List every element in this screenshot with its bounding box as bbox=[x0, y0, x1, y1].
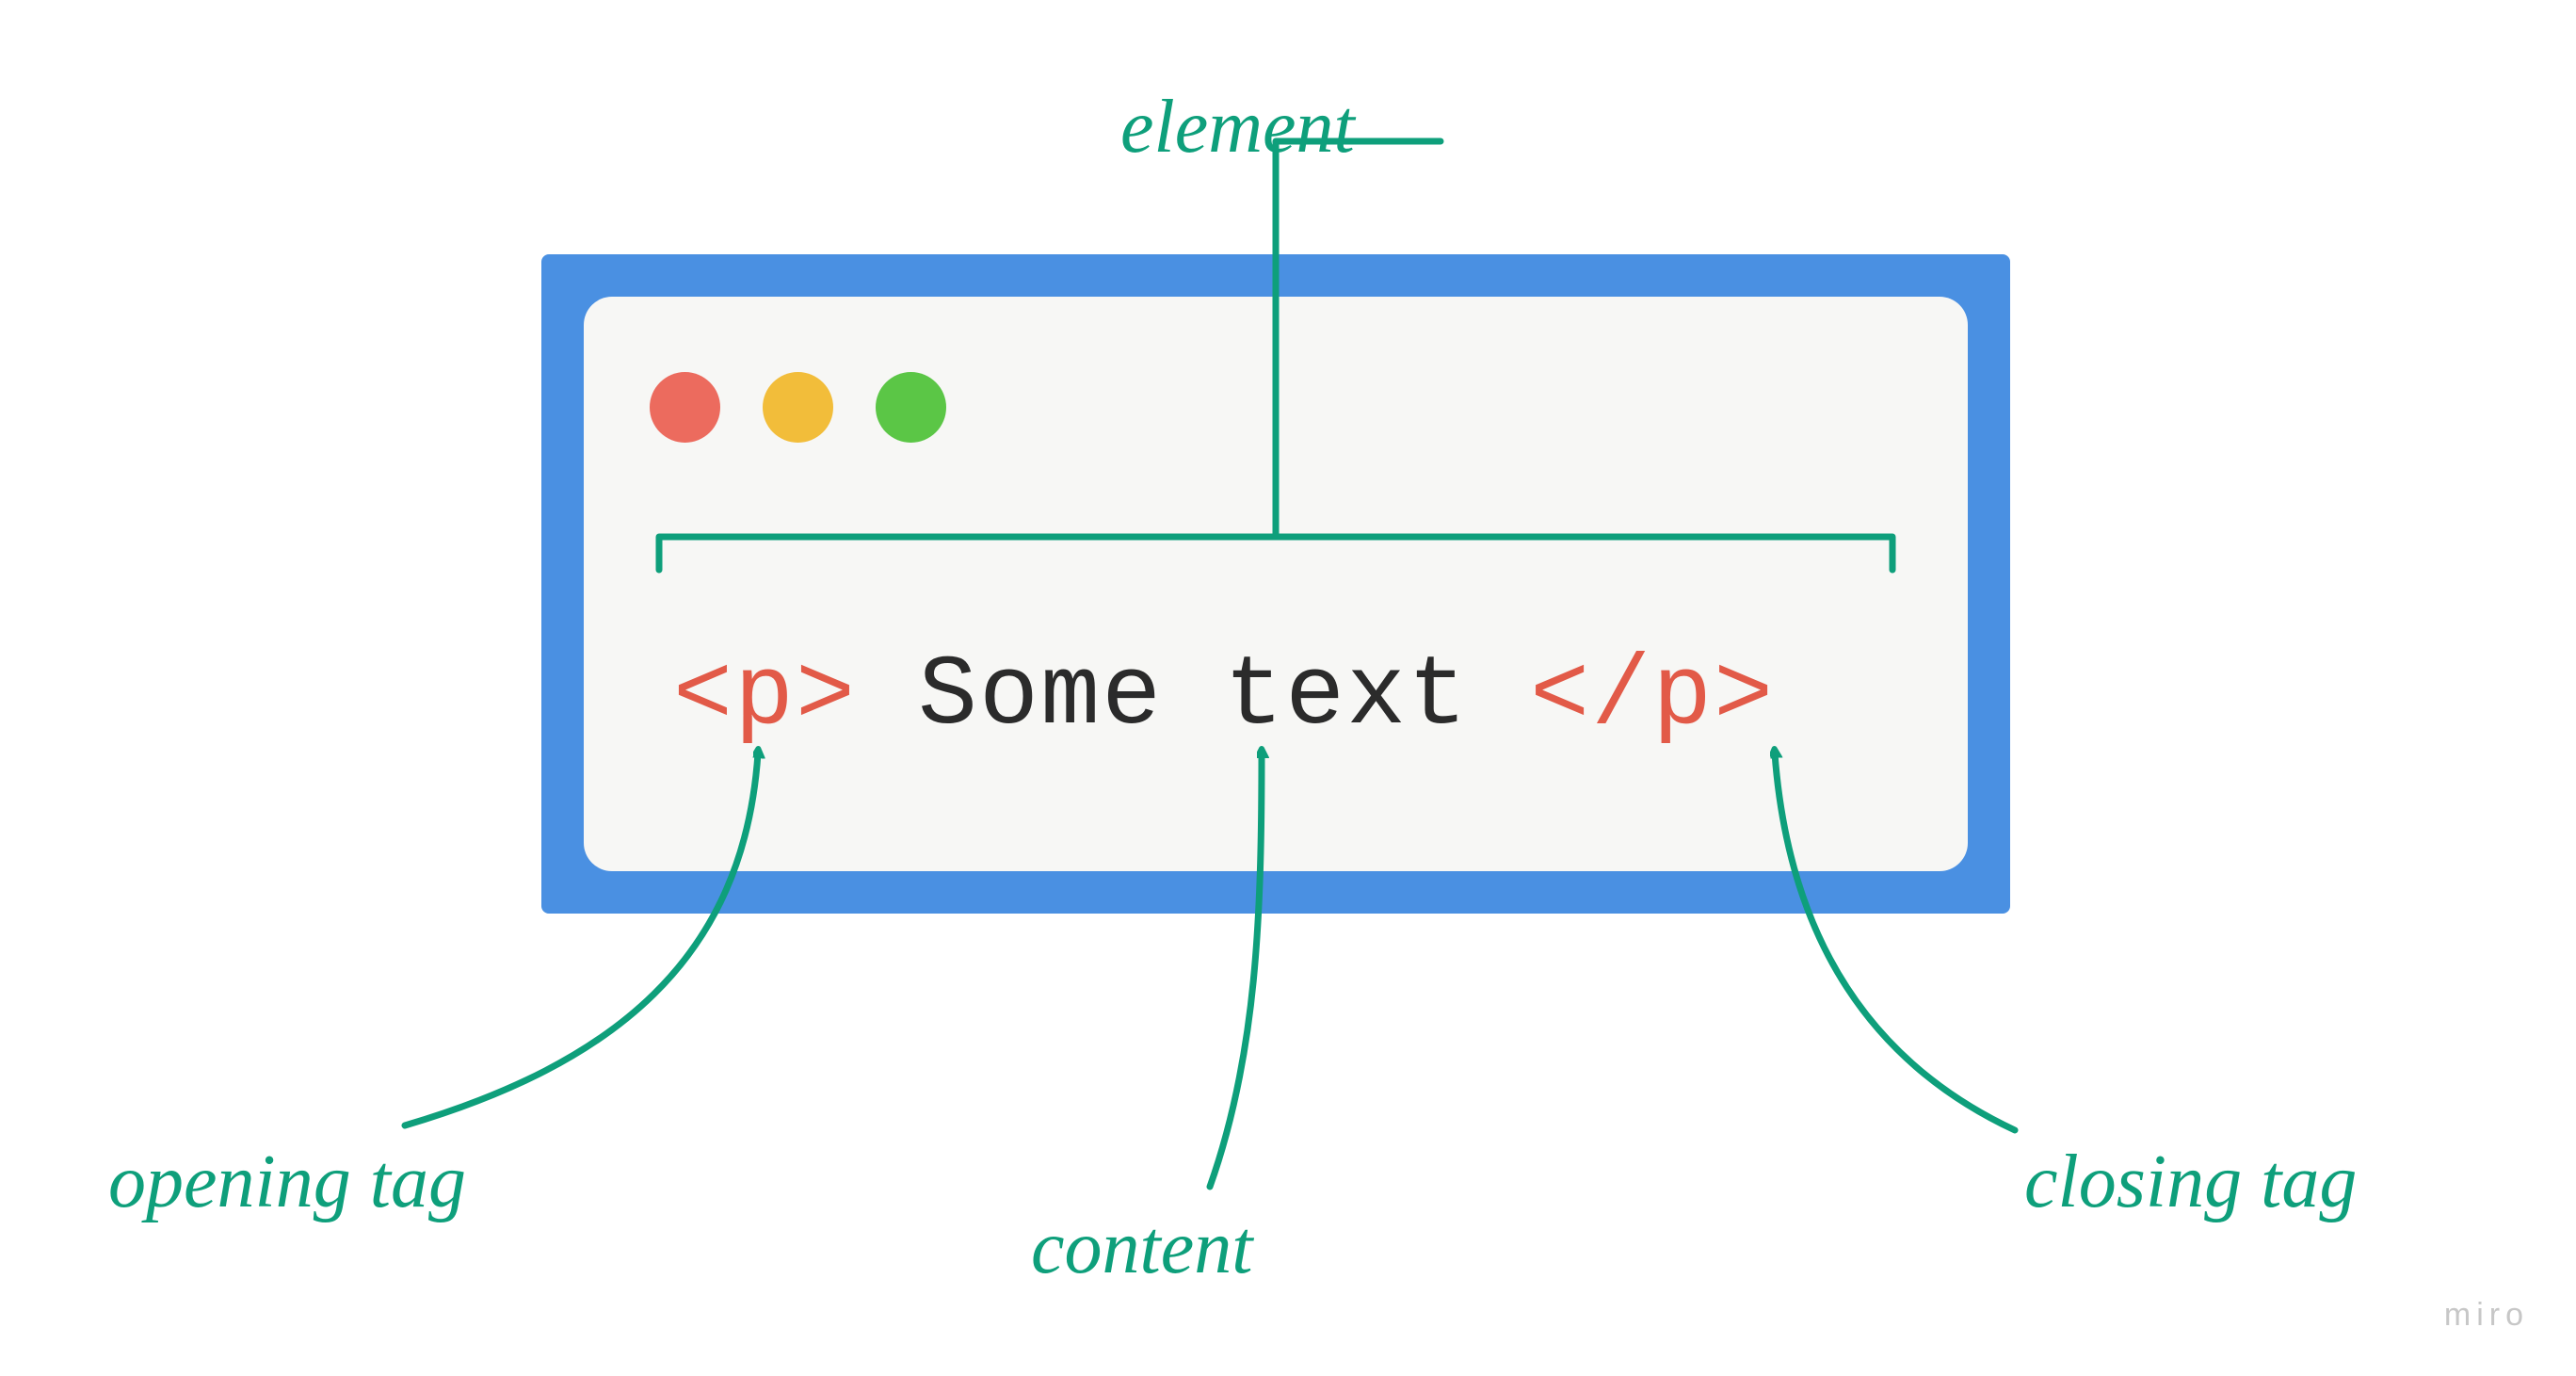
opening-tag-text: <p> bbox=[673, 640, 857, 753]
label-closing-tag: closing tag bbox=[2024, 1140, 2357, 1225]
traffic-light-red-icon bbox=[650, 372, 720, 443]
code-line: <p> Some text </p> bbox=[673, 640, 1775, 753]
traffic-lights bbox=[650, 372, 946, 443]
traffic-light-green-icon bbox=[876, 372, 946, 443]
traffic-light-yellow-icon bbox=[763, 372, 833, 443]
diagram-canvas: <p> Some text </p> element opening tag c… bbox=[0, 0, 2576, 1376]
label-opening-tag: opening tag bbox=[108, 1140, 466, 1225]
window-frame: <p> Some text </p> bbox=[541, 254, 2010, 914]
label-element: element bbox=[1120, 85, 1355, 170]
content-text: Some text bbox=[918, 640, 1469, 753]
label-content: content bbox=[1031, 1206, 1252, 1291]
watermark: miro bbox=[2444, 1297, 2529, 1334]
window-panel: <p> Some text </p> bbox=[584, 297, 1968, 871]
closing-tag-text: </p> bbox=[1530, 640, 1775, 753]
